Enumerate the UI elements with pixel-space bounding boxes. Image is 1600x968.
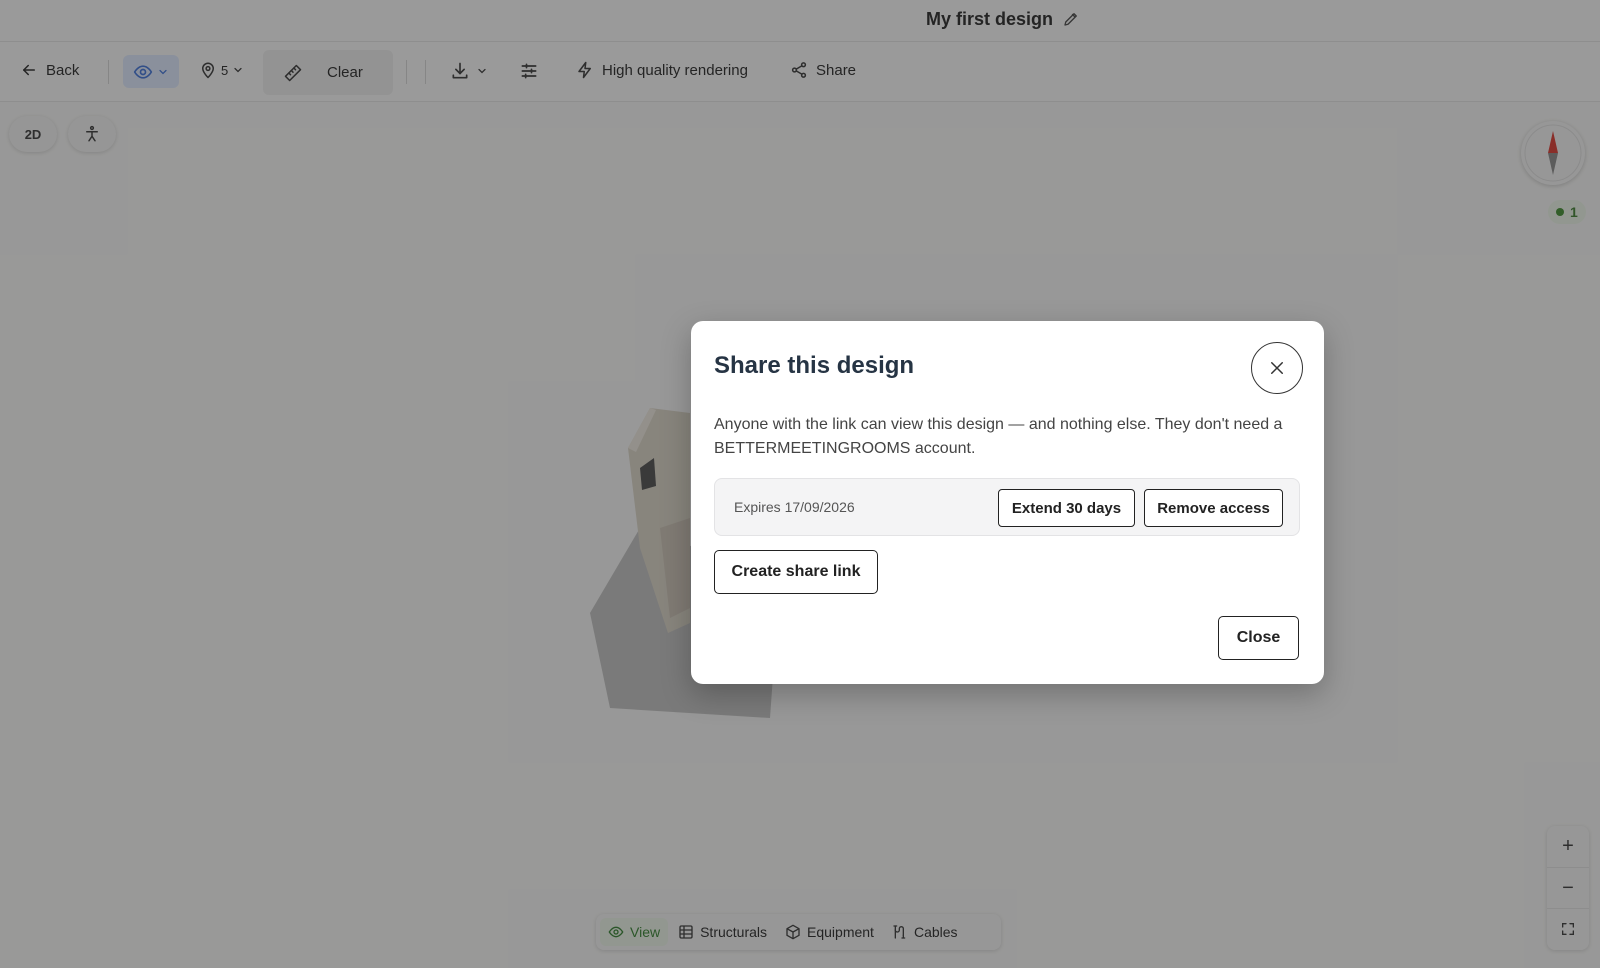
share-dialog: Share this design Anyone with the link c… [691,321,1324,684]
share-link-row: Expires 17/09/2026 Extend 30 days Remove… [714,478,1300,536]
extend-30-days-button[interactable]: Extend 30 days [998,489,1135,527]
close-icon [1271,362,1283,374]
dialog-description: Anyone with the link can view this desig… [714,416,1283,457]
dialog-close-button[interactable] [1251,342,1303,394]
dialog-title: Share this design [714,352,915,379]
create-share-link-button[interactable]: Create share link [714,550,878,594]
close-button[interactable]: Close [1218,616,1299,660]
remove-access-button[interactable]: Remove access [1144,489,1283,527]
link-expiry: Expires 17/09/2026 [734,499,855,515]
